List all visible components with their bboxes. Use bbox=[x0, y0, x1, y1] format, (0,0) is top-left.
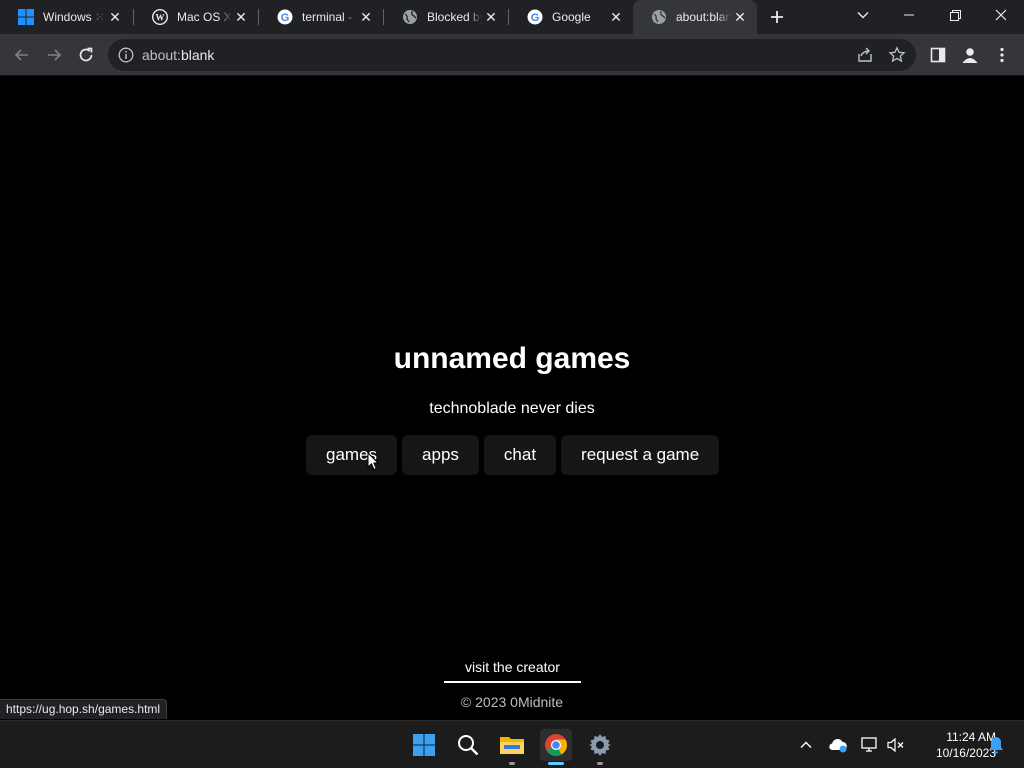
address-text[interactable]: about:blank bbox=[142, 47, 214, 63]
chevron-up-icon bbox=[800, 741, 812, 748]
share-icon[interactable] bbox=[856, 46, 874, 64]
close-tab-icon[interactable]: ✕ bbox=[731, 8, 749, 26]
chevron-down-icon bbox=[857, 12, 869, 19]
tab-blocked[interactable]: Blocked by ✕ bbox=[384, 0, 508, 34]
notifications-button[interactable] bbox=[986, 735, 1006, 755]
taskbar-search-button[interactable] bbox=[452, 729, 484, 761]
active-indicator bbox=[548, 762, 564, 765]
volume-tray-button[interactable] bbox=[886, 735, 906, 755]
request-game-button[interactable]: request a game bbox=[561, 435, 720, 475]
cloud-icon bbox=[829, 739, 847, 753]
menu-button[interactable] bbox=[988, 41, 1016, 69]
running-indicator bbox=[597, 762, 603, 765]
arrow-left-icon bbox=[14, 49, 28, 61]
page-subtitle: technoblade never dies bbox=[429, 400, 595, 417]
chrome-taskbar-button[interactable] bbox=[540, 729, 572, 765]
side-panel-button[interactable] bbox=[924, 41, 952, 69]
bell-icon bbox=[989, 737, 1003, 754]
tab-about-blank[interactable]: about:blank ✕ bbox=[633, 0, 757, 34]
tab-title: Google bbox=[552, 10, 591, 24]
taskbar-clock[interactable]: 11:24 AM 10/16/2023 bbox=[912, 729, 996, 761]
profile-button[interactable] bbox=[956, 41, 984, 69]
chat-button[interactable]: chat bbox=[483, 435, 557, 475]
link-status-bar: https://ug.hop.sh/games.html bbox=[0, 699, 168, 719]
volume-muted-icon bbox=[887, 737, 904, 753]
profile-icon bbox=[962, 48, 978, 63]
search-icon bbox=[458, 735, 479, 756]
tab-title: Mac OS X In bbox=[177, 10, 232, 24]
close-tab-icon[interactable]: ✕ bbox=[607, 8, 625, 26]
onedrive-tray-button[interactable] bbox=[828, 735, 848, 755]
minimize-icon bbox=[904, 14, 914, 16]
restore-icon bbox=[949, 9, 961, 21]
tab-macos[interactable]: W Mac OS X In ✕ bbox=[134, 0, 258, 34]
tab-title: Windows ⁙ bbox=[43, 10, 106, 24]
close-icon bbox=[995, 9, 1007, 21]
mouse-cursor-icon bbox=[367, 452, 379, 471]
restore-button[interactable] bbox=[932, 0, 978, 30]
running-indicator bbox=[509, 762, 515, 765]
reload-button[interactable] bbox=[72, 41, 100, 69]
plus-icon bbox=[771, 11, 783, 23]
svg-text:G: G bbox=[281, 12, 290, 24]
new-tab-button[interactable] bbox=[765, 5, 789, 29]
visit-creator-link[interactable]: visit the creator bbox=[444, 659, 581, 683]
address-scheme: about: bbox=[142, 47, 181, 63]
close-tab-icon[interactable]: ✕ bbox=[232, 8, 250, 26]
tab-terminal[interactable]: G terminal - G ✕ bbox=[259, 0, 383, 34]
google-icon: G bbox=[277, 9, 293, 25]
browser-toolbar: about:blank bbox=[0, 34, 1024, 76]
close-window-button[interactable] bbox=[978, 0, 1024, 30]
address-path: blank bbox=[180, 47, 215, 63]
settings-button[interactable] bbox=[584, 729, 616, 765]
close-tab-icon[interactable]: ✕ bbox=[106, 8, 124, 26]
svg-text:G: G bbox=[531, 12, 540, 24]
chrome-icon bbox=[545, 734, 567, 756]
file-explorer-button[interactable] bbox=[496, 729, 528, 765]
address-bar[interactable]: about:blank bbox=[108, 39, 916, 71]
forward-button[interactable] bbox=[40, 41, 68, 69]
clock-date: 10/16/2023 bbox=[935, 746, 996, 760]
clock-time: 11:24 AM bbox=[946, 730, 996, 744]
settings-icon bbox=[589, 734, 611, 756]
svg-text:W: W bbox=[156, 13, 165, 23]
games-button[interactable]: games bbox=[306, 435, 398, 475]
windows-logo-icon bbox=[18, 9, 34, 25]
show-hidden-icons-button[interactable] bbox=[796, 735, 816, 755]
tab-windows[interactable]: Windows ⁙ ✕ bbox=[0, 0, 132, 34]
reload-icon bbox=[79, 47, 93, 62]
network-tray-button[interactable] bbox=[860, 735, 880, 755]
taskbar: 11:24 AM 10/16/2023 bbox=[0, 720, 1024, 768]
globe-icon bbox=[651, 9, 667, 25]
arrow-right-icon bbox=[48, 49, 62, 61]
globe-icon bbox=[402, 9, 418, 25]
tab-title: about:blank bbox=[676, 10, 731, 24]
kebab-menu-icon bbox=[1000, 47, 1004, 63]
page-content: unnamed games technoblade never dies gam… bbox=[0, 77, 1024, 720]
network-icon bbox=[861, 737, 877, 752]
tab-strip: Windows ⁙ ✕ W Mac OS X In ✕ G terminal -… bbox=[0, 0, 1024, 34]
tab-title: terminal - G bbox=[302, 10, 357, 24]
minimize-button[interactable] bbox=[886, 0, 932, 30]
tab-title: Blocked by bbox=[427, 10, 482, 24]
google-icon: G bbox=[527, 9, 543, 25]
bookmark-star-icon[interactable] bbox=[888, 46, 906, 64]
info-icon[interactable] bbox=[118, 47, 134, 63]
start-button[interactable] bbox=[408, 729, 440, 761]
back-button[interactable] bbox=[8, 41, 36, 69]
file-explorer-icon bbox=[500, 737, 524, 754]
side-panel-icon bbox=[930, 47, 946, 63]
tab-search-button[interactable] bbox=[840, 0, 886, 30]
apps-button[interactable]: apps bbox=[402, 435, 479, 475]
close-tab-icon[interactable]: ✕ bbox=[482, 8, 500, 26]
start-icon bbox=[413, 734, 435, 756]
tab-google[interactable]: G Google ✕ bbox=[509, 0, 633, 34]
wordpress-icon: W bbox=[152, 9, 168, 25]
close-tab-icon[interactable]: ✕ bbox=[357, 8, 375, 26]
page-title: unnamed games bbox=[393, 342, 631, 375]
